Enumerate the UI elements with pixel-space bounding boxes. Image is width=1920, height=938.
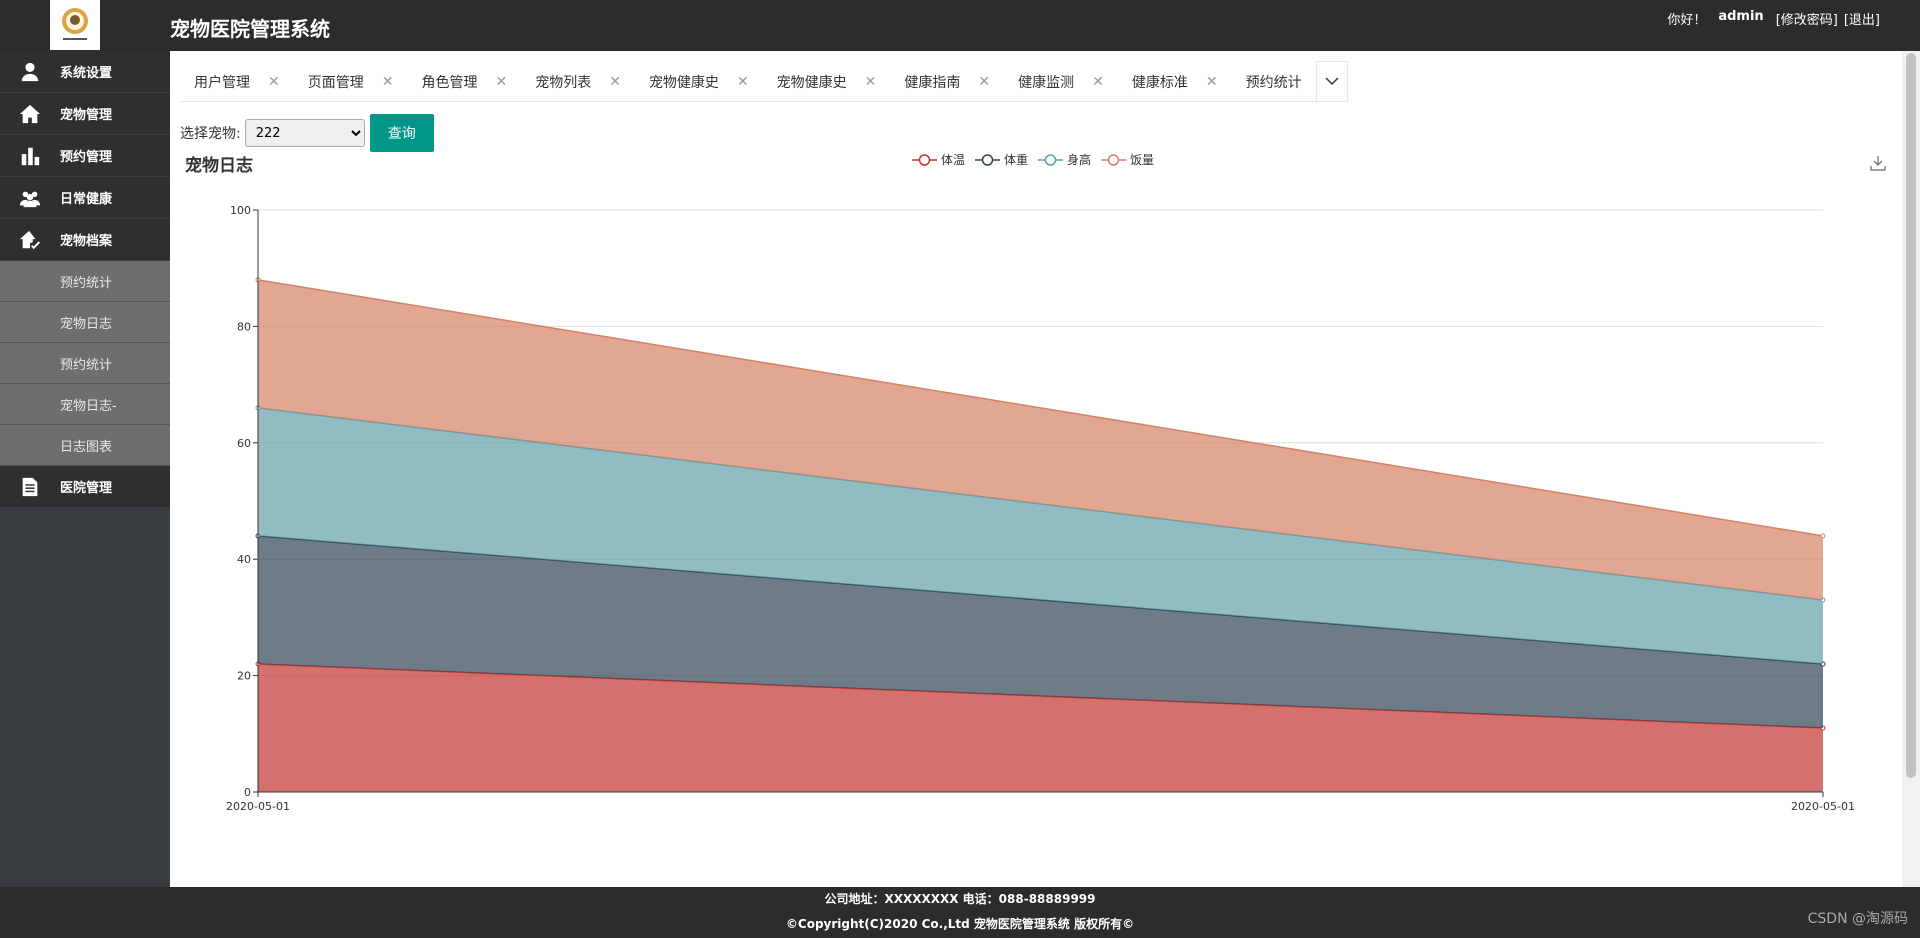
app-title: 宠物医院管理系统 bbox=[170, 17, 330, 41]
sidebar-item-hospital-management[interactable]: 医院管理 bbox=[0, 466, 170, 508]
y-tick-label: 60 bbox=[237, 437, 251, 450]
sidebar-item-label: 预约管理 bbox=[60, 150, 113, 165]
home-check-icon bbox=[0, 229, 60, 251]
footer-copyright: ©Copyright(C)2020 Co.,Ltd 宠物医院管理系统 版权所有© bbox=[785, 917, 1135, 931]
group-icon bbox=[0, 187, 60, 209]
scrollbar[interactable] bbox=[1902, 51, 1920, 887]
area-chart: 0 20 40 60 80 100 2020-05-01 2020-05-01 bbox=[226, 204, 1855, 813]
sidebar-item-appointment-management[interactable]: 预约管理 bbox=[0, 135, 170, 177]
logout-link[interactable]: [退出] bbox=[1844, 9, 1880, 28]
chart-legend: 体温 体重 身高 饭量 bbox=[912, 151, 1154, 168]
chart-title: 宠物日志 bbox=[185, 156, 253, 176]
sidebar-item-label: 宠物管理 bbox=[60, 108, 113, 123]
user-area: 你好！ admin [修改密码] [退出] bbox=[1667, 9, 1880, 28]
bar-chart-icon bbox=[0, 145, 60, 167]
legend-marker-icon bbox=[1038, 153, 1064, 166]
change-password-link[interactable]: [修改密码] bbox=[1776, 9, 1838, 28]
legend-item-height[interactable]: 身高 bbox=[1038, 151, 1091, 168]
legend-marker-icon bbox=[1101, 153, 1127, 166]
home-icon bbox=[0, 103, 60, 125]
data-point bbox=[1820, 533, 1826, 539]
footer-address: 公司地址：XXXXXXXX 电话：088-88889999 bbox=[824, 892, 1096, 906]
main-content: 用户管理 ✕ 页面管理 ✕ 角色管理 ✕ 宠物列表 ✕ 宠物健康史 ✕ 宠物健康史 ✕ 健康… bbox=[170, 51, 1902, 887]
document-icon bbox=[0, 476, 60, 498]
y-tick-label: 20 bbox=[237, 670, 251, 683]
sidebar-subitem-log-chart[interactable]: 日志图表 bbox=[0, 425, 170, 466]
logo-emblem-icon bbox=[62, 8, 88, 40]
y-tick-label: 0 bbox=[244, 786, 251, 799]
sidebar: 系统设置 宠物管理 预约管理 日常健康 宠物档案 预约统计 宠物日志 预约统计 … bbox=[0, 51, 170, 887]
sidebar-subitem-pet-log[interactable]: 宠物日志 bbox=[0, 302, 170, 343]
legend-label: 饭量 bbox=[1130, 153, 1155, 167]
sidebar-subitem-appointment-stats-2[interactable]: 预约统计 bbox=[0, 343, 170, 384]
y-tick-label: 80 bbox=[237, 320, 251, 333]
legend-label: 身高 bbox=[1067, 153, 1092, 167]
sidebar-item-label: 医院管理 bbox=[60, 481, 113, 496]
sidebar-item-daily-health[interactable]: 日常健康 bbox=[0, 177, 170, 219]
download-icon[interactable] bbox=[1870, 155, 1886, 175]
y-tick-label: 100 bbox=[230, 204, 251, 217]
scrollbar-thumb[interactable] bbox=[1906, 53, 1916, 778]
sidebar-item-label: 宠物档案 bbox=[60, 234, 113, 249]
sidebar-item-system-settings[interactable]: 系统设置 bbox=[0, 51, 170, 93]
legend-marker-icon bbox=[912, 153, 937, 166]
username: admin bbox=[1718, 9, 1764, 24]
top-header: 宠物医院管理系统 你好！ admin [修改密码] [退出] bbox=[0, 0, 1920, 51]
watermark: CSDN @淘源码 bbox=[1807, 911, 1908, 927]
legend-label: 体温 bbox=[941, 153, 966, 167]
legend-item-food-intake[interactable]: 饭量 bbox=[1101, 151, 1154, 168]
legend-item-weight[interactable]: 体重 bbox=[975, 151, 1028, 168]
x-tick-label: 2020-05-01 bbox=[1791, 800, 1855, 813]
sidebar-subitem-appointment-stats[interactable]: 预约统计 bbox=[0, 261, 170, 302]
logo bbox=[50, 0, 100, 50]
footer: 公司地址：XXXXXXXX 电话：088-88889999 ©Copyright… bbox=[0, 887, 1920, 938]
legend-label: 体重 bbox=[1004, 153, 1029, 167]
sidebar-item-pet-management[interactable]: 宠物管理 bbox=[0, 93, 170, 135]
sidebar-item-label: 系统设置 bbox=[60, 66, 113, 81]
greeting-text: 你好！ bbox=[1667, 13, 1707, 28]
x-tick-label: 2020-05-01 bbox=[226, 800, 290, 813]
sidebar-subitem-pet-log-2[interactable]: 宠物日志- bbox=[0, 384, 170, 425]
y-tick-label: 40 bbox=[237, 553, 251, 566]
legend-marker-icon bbox=[975, 153, 1001, 166]
sidebar-item-pet-records[interactable]: 宠物档案 bbox=[0, 219, 170, 261]
user-icon bbox=[0, 61, 60, 83]
legend-item-temperature[interactable]: 体温 bbox=[912, 151, 965, 168]
sidebar-item-label: 日常健康 bbox=[60, 192, 113, 207]
